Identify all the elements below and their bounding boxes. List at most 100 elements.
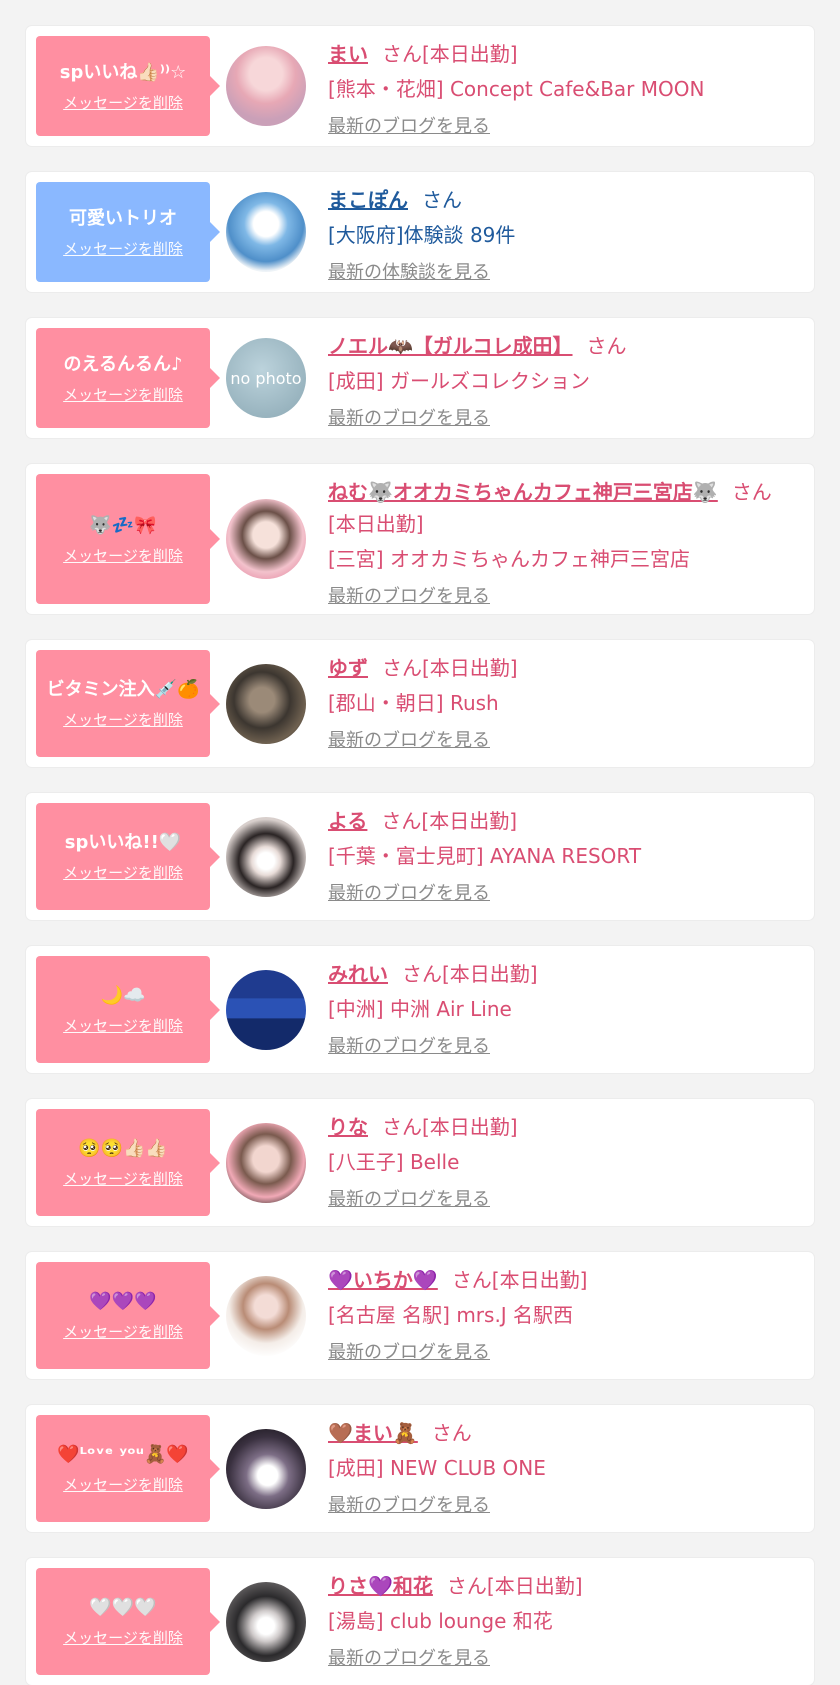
message-bubble: のえるんるん♪ メッセージを削除 [36, 328, 220, 428]
message-text: 🌙☁️ [100, 985, 146, 1006]
profile-name-link[interactable]: りさ💜和花 [328, 1574, 433, 1598]
message-card: 🐺💤🎀 メッセージを削除 ねむ🐺オオカミちゃんカフェ神戸三宮店🐺 さん[本日出勤]… [26, 464, 814, 614]
delete-message-link[interactable]: メッセージを削除 [63, 384, 183, 405]
message-text: ❤️ᴸᵒᵛᵉ ʸᵒᵘ🧸❤️ [57, 1444, 189, 1465]
name-suffix: さん [586, 334, 627, 358]
message-bubble: 🥺🥺👍🏻👍🏻 メッセージを削除 [36, 1109, 220, 1216]
delete-message-link[interactable]: メッセージを削除 [63, 1168, 183, 1189]
message-card: ❤️ᴸᵒᵛᵉ ʸᵒᵘ🧸❤️ メッセージを削除 🤎まい🧸 さん [成田] NEW C… [26, 1405, 814, 1532]
message-text: 🤍🤍🤍 [89, 1597, 157, 1618]
latest-blog-link[interactable]: 最新のブログを見る [328, 1185, 794, 1215]
message-card: のえるんるん♪ メッセージを削除 no photo ノエル🦇【ガルコレ成田】 さん… [26, 318, 814, 438]
delete-message-link[interactable]: メッセージを削除 [63, 1627, 183, 1648]
message-text: 可愛いトリオ [69, 207, 177, 229]
profile-name-link[interactable]: みれい [328, 962, 388, 986]
delete-message-link[interactable]: メッセージを削除 [63, 1474, 183, 1495]
message-card: 🥺🥺👍🏻👍🏻 メッセージを削除 りな さん[本日出勤] [八王子] Belle 最… [26, 1099, 814, 1226]
profile-info: まこぽん さん [大阪府]体験談 89件 最新の体験談を見る [322, 172, 814, 292]
delete-message-link[interactable]: メッセージを削除 [63, 862, 183, 883]
review-count: [大阪府]体験談 89件 [328, 223, 516, 247]
latest-blog-link[interactable]: 最新のブログを見る [328, 112, 794, 142]
profile-info: 💜いちか💜 さん[本日出勤] [名古屋 名駅] mrs.J 名駅西 最新のブログを… [322, 1252, 814, 1379]
latest-blog-link[interactable]: 最新のブログを見る [328, 1491, 794, 1521]
avatar[interactable]: no photo [226, 338, 306, 418]
avatar[interactable] [226, 969, 306, 1050]
latest-blog-link[interactable]: 最新のブログを見る [328, 1644, 794, 1674]
shop-info: [郡山・朝日] Rush [328, 691, 499, 715]
message-bubble: 可愛いトリオ メッセージを削除 [36, 182, 220, 282]
profile-name-link[interactable]: ゆず [328, 656, 368, 680]
name-suffix: さん[本日出勤] [382, 1115, 518, 1139]
name-suffix: さん [431, 1421, 472, 1445]
avatar-container: no photo [210, 318, 322, 438]
delete-message-link[interactable]: メッセージを削除 [63, 238, 183, 259]
avatar[interactable] [226, 1428, 306, 1509]
profile-name-link[interactable]: まこぽん [328, 188, 408, 212]
shop-info: [成田] NEW CLUB ONE [328, 1456, 546, 1480]
message-bubble: ビタミン注入💉🍊 メッセージを削除 [36, 650, 220, 757]
no-photo-placeholder: no photo [226, 338, 306, 418]
message-bubble: spいいね!!🤍 メッセージを削除 [36, 803, 220, 910]
latest-blog-link[interactable]: 最新のブログを見る [328, 582, 794, 612]
delete-message-link[interactable]: メッセージを削除 [63, 545, 183, 566]
message-list: spいいね👍🏻⁾⁾☆ メッセージを削除 まいさん[本日出勤] [熊本・花畑] C… [0, 0, 840, 1685]
shop-info: [中洲] 中洲 Air Line [328, 997, 512, 1021]
avatar[interactable] [226, 46, 306, 126]
avatar[interactable] [226, 1581, 306, 1662]
name-suffix: さん [422, 188, 462, 212]
shop-info: [名古屋 名駅] mrs.J 名駅西 [328, 1303, 574, 1327]
profile-info: 🤎まい🧸 さん [成田] NEW CLUB ONE 最新のブログを見る [322, 1405, 814, 1532]
message-bubble: spいいね👍🏻⁾⁾☆ メッセージを削除 [36, 36, 220, 136]
latest-blog-link[interactable]: 最新のブログを見る [328, 404, 794, 434]
delete-message-link[interactable]: メッセージを削除 [63, 92, 183, 113]
avatar-container [210, 793, 322, 920]
message-bubble: 🤍🤍🤍 メッセージを削除 [36, 1568, 220, 1675]
latest-blog-link[interactable]: 最新のブログを見る [328, 1338, 794, 1368]
avatar-container [210, 172, 322, 292]
latest-blog-link[interactable]: 最新のブログを見る [328, 726, 794, 756]
profile-info: よる さん[本日出勤] [千葉・富士見町] AYANA RESORT 最新のブログ… [322, 793, 814, 920]
latest-review-link[interactable]: 最新の体験談を見る [328, 258, 794, 288]
delete-message-link[interactable]: メッセージを削除 [63, 709, 183, 730]
profile-name-link[interactable]: 🤎まい🧸 [328, 1421, 418, 1445]
profile-name-link[interactable]: よる [328, 809, 367, 833]
shop-info: [成田] ガールズコレクション [328, 369, 590, 393]
avatar-container [210, 640, 322, 767]
message-text: 💜💜💜 [89, 1291, 157, 1312]
message-text: spいいね👍🏻⁾⁾☆ [59, 61, 187, 83]
avatar[interactable] [226, 192, 306, 272]
delete-message-link[interactable]: メッセージを削除 [63, 1321, 183, 1342]
avatar-container [210, 1252, 322, 1379]
avatar[interactable] [226, 816, 306, 897]
avatar[interactable] [226, 1275, 306, 1356]
delete-message-link[interactable]: メッセージを削除 [63, 1015, 183, 1036]
message-bubble: 🌙☁️ メッセージを削除 [36, 956, 220, 1063]
profile-name-link[interactable]: 💜いちか💜 [328, 1268, 438, 1292]
message-text: のえるんるん♪ [63, 353, 183, 375]
profile-info: りな さん[本日出勤] [八王子] Belle 最新のブログを見る [322, 1099, 814, 1226]
shop-info: [熊本・花畑] Concept Cafe&Bar MOON [328, 77, 705, 101]
name-suffix: さん[本日出勤] [451, 1268, 588, 1292]
profile-name-link[interactable]: まい [328, 42, 368, 66]
avatar-container [210, 1405, 322, 1532]
message-text: ビタミン注入💉🍊 [46, 679, 200, 700]
latest-blog-link[interactable]: 最新のブログを見る [328, 879, 794, 909]
message-card: ビタミン注入💉🍊 メッセージを削除 ゆず さん[本日出勤] [郡山・朝日] Rus… [26, 640, 814, 767]
message-card: 🌙☁️ メッセージを削除 みれい さん[本日出勤] [中洲] 中洲 Air Lin… [26, 946, 814, 1073]
profile-info: ゆず さん[本日出勤] [郡山・朝日] Rush 最新のブログを見る [322, 640, 814, 767]
avatar[interactable] [226, 499, 306, 579]
profile-name-link[interactable]: ノエル🦇【ガルコレ成田】 [328, 334, 573, 358]
profile-info: みれい さん[本日出勤] [中洲] 中洲 Air Line 最新のブログを見る [322, 946, 814, 1073]
message-text: spいいね!!🤍 [64, 832, 182, 853]
profile-name-link[interactable]: ねむ🐺オオカミちゃんカフェ神戸三宮店🐺 [328, 480, 718, 504]
latest-blog-link[interactable]: 最新のブログを見る [328, 1032, 794, 1062]
message-bubble: 💜💜💜 メッセージを削除 [36, 1262, 220, 1369]
profile-info: ノエル🦇【ガルコレ成田】 さん [成田] ガールズコレクション 最新のブログを見る [322, 318, 814, 438]
avatar[interactable] [226, 1122, 306, 1203]
avatar-container [210, 946, 322, 1073]
message-bubble: ❤️ᴸᵒᵛᵉ ʸᵒᵘ🧸❤️ メッセージを削除 [36, 1415, 220, 1522]
avatar[interactable] [226, 663, 306, 744]
avatar-container [210, 1099, 322, 1226]
name-suffix: さん[本日出勤] [402, 962, 538, 986]
profile-name-link[interactable]: りな [328, 1115, 368, 1139]
